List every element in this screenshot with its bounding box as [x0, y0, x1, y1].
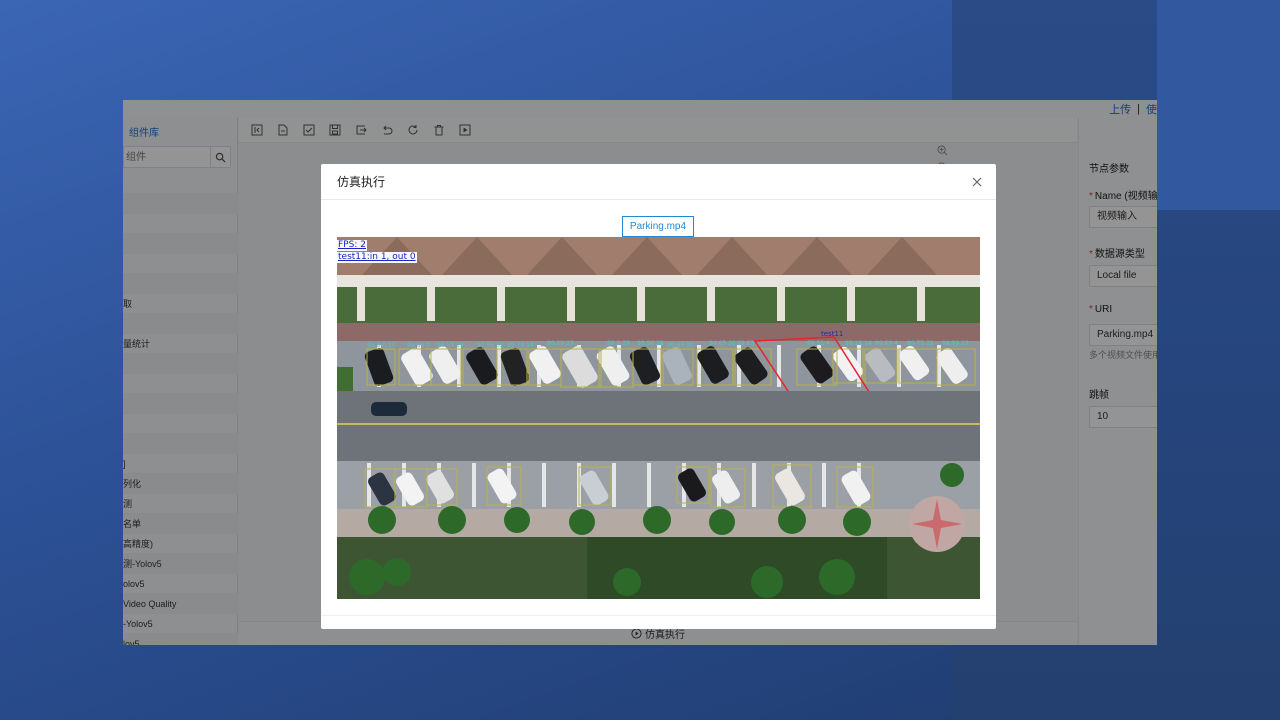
svg-text:99.75 22: 99.75 22: [907, 340, 934, 347]
svg-text:99.9 29: 99.9 29: [607, 340, 630, 347]
modal-title: 仿真执行: [337, 175, 386, 189]
svg-text:99.96 28: 99.96 28: [637, 340, 664, 347]
tab-video-parking[interactable]: Parking.mp4: [622, 216, 694, 237]
simulation-modal: 仿真执行 Parking.mp4 99.8 0.17 99.86 0 96.58…: [321, 164, 996, 629]
close-button[interactable]: [970, 175, 984, 189]
zone-label: test11: [821, 330, 843, 338]
parking-lot-image: 99.8 0.17 99.86 0 96.58 23 97.66 32 99.79 1…: [337, 237, 980, 599]
close-icon: [972, 177, 982, 187]
svg-text:97.66 32: 97.66 32: [477, 342, 504, 349]
svg-text:99.18 14: 99.18 14: [845, 340, 872, 347]
svg-text:99.29 23: 99.29 23: [547, 340, 574, 347]
svg-text:99.8 0.17: 99.8 0.17: [367, 342, 396, 349]
svg-text:94.65 20: 94.65 20: [709, 340, 736, 347]
modal-footer: [321, 615, 996, 616]
video-frame: 99.8 0.17 99.86 0 96.58 23 97.66 32 99.79 1…: [337, 237, 980, 599]
svg-text:96.58 23: 96.58 23: [437, 342, 464, 349]
count-readout: test11:in 1, out 0: [337, 252, 417, 263]
svg-text:99.69 4: 99.69 4: [875, 340, 898, 347]
modal-header: 仿真执行: [321, 164, 996, 200]
fps-readout: FPS: 2: [337, 240, 367, 251]
svg-text:99.95 30: 99.95 30: [667, 342, 694, 349]
svg-text:99.86 0: 99.86 0: [407, 342, 430, 349]
svg-text:99.99 22: 99.99 22: [942, 340, 969, 347]
svg-text:99.51 4: 99.51 4: [807, 340, 830, 347]
svg-text:99.79 14: 99.79 14: [507, 342, 534, 349]
